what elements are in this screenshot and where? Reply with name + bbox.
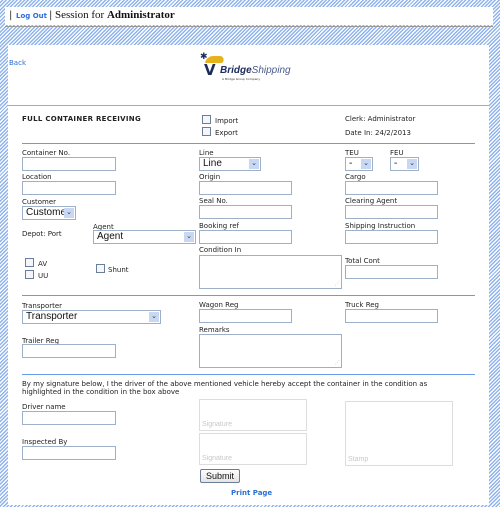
- chevron-down-icon: ⌄: [361, 159, 371, 169]
- stamp-box[interactable]: Stamp: [345, 401, 453, 466]
- inspected-by-input[interactable]: [22, 446, 116, 460]
- truck-reg-input[interactable]: [345, 309, 438, 323]
- clearing-agent-label: Clearing Agent: [345, 197, 398, 205]
- remarks-label: Remarks: [199, 326, 230, 334]
- logo-tagline: A Bridge Group Company: [222, 77, 261, 81]
- transporter-select[interactable]: Transporter ⌄: [22, 310, 161, 324]
- line-value: Line: [203, 158, 222, 169]
- teu-label: TEU: [345, 149, 359, 157]
- cargo-input[interactable]: [345, 181, 438, 195]
- booking-ref-input[interactable]: [199, 230, 292, 244]
- import-label: Import: [215, 117, 239, 125]
- teu-select[interactable]: - ⌄: [345, 157, 373, 171]
- seal-no-input[interactable]: [199, 205, 292, 219]
- resize-grip-icon[interactable]: ⋰: [335, 281, 340, 287]
- av-checkbox[interactable]: [25, 258, 34, 267]
- export-checkbox[interactable]: [202, 127, 211, 136]
- chevron-down-icon: ⌄: [64, 208, 74, 218]
- logout-link[interactable]: Log Out: [16, 12, 47, 20]
- av-label: AV: [38, 260, 48, 268]
- customer-label: Customer: [22, 198, 57, 206]
- bridge-shipping-logo: ✱ V BridgeShipping A Bridge Group Compan…: [198, 52, 300, 92]
- shipping-instruction-label: Shipping Instruction: [345, 222, 416, 230]
- transporter-value: Transporter: [26, 311, 78, 322]
- logo-brand2: Shipping: [251, 65, 291, 76]
- divider: [22, 374, 475, 375]
- trailer-reg-input[interactable]: [22, 344, 116, 358]
- logo-text: BridgeShipping: [220, 65, 291, 76]
- session-prefix: Session for: [55, 9, 105, 21]
- transporter-label: Transporter: [22, 302, 63, 310]
- location-label: Location: [22, 173, 52, 181]
- signature-placeholder: Signature: [202, 421, 232, 428]
- inspected-by-label: Inspected By: [22, 438, 68, 446]
- wagon-reg-label: Wagon Reg: [199, 301, 239, 309]
- signature-box-inspector[interactable]: Signature: [199, 433, 307, 465]
- session-label: Session for Administrator: [55, 9, 175, 21]
- driver-name-input[interactable]: [22, 411, 116, 425]
- truck-reg-label: Truck Reg: [345, 301, 379, 309]
- location-input[interactable]: [22, 181, 116, 195]
- clearing-agent-input[interactable]: [345, 205, 438, 219]
- print-page-link[interactable]: Print Page: [231, 489, 272, 497]
- remarks-textarea[interactable]: ⋰: [199, 334, 342, 368]
- booking-ref-label: Booking ref: [199, 222, 239, 230]
- total-cont-input[interactable]: [345, 265, 438, 279]
- signature-statement: By my signature below, I the driver of t…: [22, 380, 428, 396]
- chevron-down-icon: ⌄: [407, 159, 417, 169]
- shunt-checkbox[interactable]: [96, 264, 105, 273]
- logo-v-icon: V: [204, 61, 216, 79]
- form-title: FULL CONTAINER RECEIVING: [22, 115, 142, 123]
- chevron-down-icon: ⌄: [184, 232, 194, 242]
- divider: [8, 105, 489, 106]
- customer-select[interactable]: Customer ⌄: [22, 206, 76, 220]
- agent-select[interactable]: Agent ⌄: [93, 230, 196, 244]
- driver-name-label: Driver name: [22, 403, 66, 411]
- agent-value: Agent: [97, 231, 124, 242]
- origin-label: Origin: [199, 173, 221, 181]
- resize-grip-icon[interactable]: ⋰: [335, 360, 340, 366]
- depot-label: Depot: Port: [22, 230, 62, 238]
- back-link[interactable]: Back: [9, 59, 26, 67]
- container-no-label: Container No.: [22, 149, 71, 157]
- shipping-instruction-input[interactable]: [345, 230, 438, 244]
- top-bar: | Log Out | Session for Administrator: [5, 7, 493, 25]
- seal-no-label: Seal No.: [199, 197, 228, 205]
- teu-value: -: [349, 158, 353, 169]
- customer-value: Customer: [26, 207, 70, 218]
- feu-label: FEU: [390, 149, 404, 157]
- divider: [22, 295, 475, 296]
- divider: [22, 143, 475, 144]
- stamp-placeholder: Stamp: [348, 456, 369, 463]
- uu-label: UU: [38, 272, 49, 280]
- feu-value: -: [394, 158, 398, 169]
- divider: [5, 26, 493, 27]
- uu-checkbox[interactable]: [25, 270, 34, 279]
- export-label: Export: [215, 129, 238, 137]
- origin-input[interactable]: [199, 181, 292, 195]
- condition-in-textarea[interactable]: ⋰: [199, 255, 342, 289]
- signature-box-driver[interactable]: Signature: [199, 399, 307, 431]
- session-user: Administrator: [106, 9, 175, 21]
- submit-button[interactable]: Submit: [200, 469, 240, 483]
- separator: |: [49, 10, 53, 21]
- chevron-down-icon: ⌄: [149, 312, 159, 322]
- clerk-label: Clerk: Administrator: [345, 115, 416, 123]
- total-cont-label: Total Cont: [345, 257, 380, 265]
- separator: |: [9, 10, 13, 21]
- signature-placeholder: Signature: [202, 455, 232, 462]
- wagon-reg-input[interactable]: [199, 309, 292, 323]
- cargo-label: Cargo: [345, 173, 366, 181]
- shunt-label: Shunt: [108, 266, 129, 274]
- chevron-down-icon: ⌄: [249, 159, 259, 169]
- line-label: Line: [199, 149, 214, 157]
- line-select[interactable]: Line ⌄: [199, 157, 261, 171]
- logo-brand1: Bridge: [220, 65, 252, 76]
- date-in-label: Date In: 24/2/2013: [345, 129, 411, 137]
- container-no-input[interactable]: [22, 157, 116, 171]
- feu-select[interactable]: - ⌄: [390, 157, 419, 171]
- condition-in-label: Condition In: [199, 246, 242, 254]
- import-checkbox[interactable]: [202, 115, 211, 124]
